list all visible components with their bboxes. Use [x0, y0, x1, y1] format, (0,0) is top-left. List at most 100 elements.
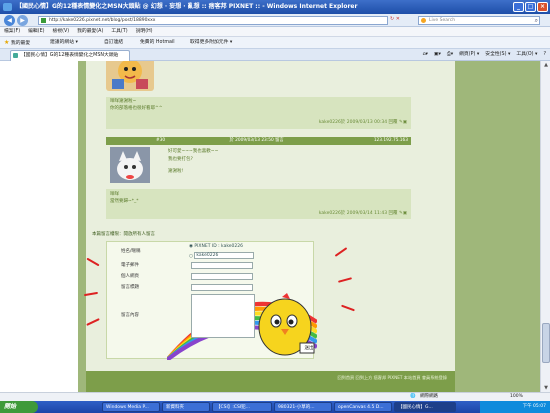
zone-text: 網際網路: [420, 394, 438, 399]
comment-reply: 咩咩謝謝啦~ 你的部落格也很好看耶^^ kake0226於 2009/03/13…: [106, 97, 411, 129]
start-button[interactable]: 開始: [0, 401, 38, 413]
window-title-bar: 【國民心情】G的12種表情變化之MSN大頭貼 @ 幻想 · 妄想 · 亂想 ::…: [0, 0, 550, 14]
comment-ip: 123.192.75.163: [373, 138, 408, 143]
url-field[interactable]: http://kake0226.pixnet.net/blog/post/188…: [38, 16, 388, 25]
pixnet-id-text: PIXNET ID : kake0226: [194, 244, 243, 249]
menu-help[interactable]: 說明(H): [136, 27, 153, 36]
email-label: 電子郵件: [121, 263, 139, 268]
scroll-up-icon[interactable]: ▲: [542, 61, 550, 69]
left-green-border: [78, 61, 86, 392]
red-scribble: [334, 247, 348, 257]
home-icon[interactable]: ⌂▾: [422, 49, 427, 61]
red-scribble: [86, 257, 100, 267]
blog-main: 咩咩謝謝啦~ 你的部落格也很好看耶^^ kake0226於 2009/03/13…: [83, 61, 455, 392]
commenter-avatar: [110, 147, 150, 183]
tab-label: 【國民心情】G的12種表情變化之MSN大頭貼: [21, 53, 119, 58]
reply-text-1: 咩咩謝謝啦~: [110, 99, 137, 104]
name-label: 姓名/暱稱: [121, 249, 141, 254]
fav-hotmail[interactable]: 免費的 Hotmail: [140, 37, 175, 49]
reply-meta-text: kake0226於 2009/03/13 00:34 回覆: [318, 120, 398, 125]
fav-suggested-sites[interactable]: 建議的網站 ▾: [50, 37, 78, 49]
email-field[interactable]: [191, 262, 253, 269]
comment-header: #30 於 2009/03/13 23:50 留言 123.192.75.163: [106, 137, 411, 145]
zoom-level[interactable]: 100%: [510, 393, 523, 401]
start-label: 開始: [4, 403, 17, 410]
tab-page-icon: [13, 53, 18, 58]
maximize-button[interactable]: □: [525, 2, 536, 12]
content-textarea[interactable]: [191, 294, 255, 338]
reply-text-1: 咩咩: [110, 192, 119, 197]
refresh-stop-icons[interactable]: ↻ ✕: [390, 16, 400, 22]
delete-icon[interactable]: ▣: [403, 120, 407, 125]
taskbar-item-active[interactable]: 【國民心情】G...: [394, 402, 456, 412]
ie-icon: [3, 3, 12, 11]
address-bar: ◀ ▶ http://kake0226.pixnet.net/blog/post…: [0, 14, 550, 27]
taskbar-item[interactable]: 【CSI】:CSI犯...: [212, 402, 272, 412]
safety-menu[interactable]: 安全性(S) ▾: [485, 49, 510, 61]
tools-menu[interactable]: 工具(O) ▾: [516, 49, 537, 61]
vertical-scrollbar[interactable]: ▲ ▼: [540, 61, 550, 392]
menu-file[interactable]: 檔案(F): [4, 27, 20, 36]
comment-text-3: 謝謝啦!: [168, 169, 184, 174]
fav-addons[interactable]: 取得更多附加元件 ▾: [190, 37, 232, 49]
name-field[interactable]: kake0226: [194, 252, 255, 259]
taskbar-item[interactable]: openCanvas 4.5 D...: [334, 402, 392, 412]
right-green-border: [455, 61, 463, 392]
page-content: 咩咩謝謝啦~ 你的部落格也很好看耶^^ kake0226於 2009/03/13…: [0, 61, 540, 392]
right-margin: [463, 61, 540, 392]
favorites-bar: ★ 我的最愛 建議的網站 ▾ 自訂連結 免費的 Hotmail 取得更多附加元件…: [0, 37, 550, 49]
page-icon: [41, 18, 46, 23]
taskbar-item[interactable]: 980321-小草的...: [274, 402, 332, 412]
comment-header-text: #30 於 2009/03/13 23:50 留言: [156, 138, 284, 143]
content-label: 留言內容: [121, 313, 139, 318]
minimize-button[interactable]: _: [513, 2, 524, 12]
menu-view[interactable]: 檢視(V): [52, 27, 69, 36]
menu-bar: 檔案(F) 編輯(E) 檢視(V) 我的最愛(A) 工具(T) 說明(H): [0, 27, 550, 37]
taskbar-item[interactable]: Windows Media P...: [102, 402, 160, 412]
comment-text-2: 我也要打包?: [168, 157, 193, 162]
status-bar: 🌐 網際網路 100%: [0, 392, 550, 401]
reply-meta: kake0226於 2009/03/14 11:43 回覆 ✎▣: [319, 210, 407, 216]
subject-label: 留言標題: [121, 285, 139, 290]
comment-text-1: 好可愛~~~我也喜歡~~: [168, 149, 219, 154]
print-icon[interactable]: ⎙▾: [447, 49, 453, 61]
window-controls: _ □ ×: [513, 2, 548, 12]
page-menu[interactable]: 網頁(P) ▾: [459, 49, 479, 61]
forward-icon[interactable]: ▶: [17, 15, 28, 26]
red-scribble: [341, 304, 355, 312]
back-icon[interactable]: ◀: [4, 15, 15, 26]
menu-tools[interactable]: 工具(T): [111, 27, 127, 36]
feeds-icon[interactable]: ▣▾: [434, 49, 441, 61]
submit-button[interactable]: 送出: [302, 345, 316, 353]
scroll-thumb[interactable]: [542, 323, 550, 363]
fav-custom-links[interactable]: 自訂連結: [104, 37, 123, 49]
search-input[interactable]: Live Search ⌕: [418, 16, 540, 25]
scroll-down-icon[interactable]: ▼: [542, 384, 550, 392]
menu-edit[interactable]: 編輯(E): [28, 27, 44, 36]
website-field[interactable]: [191, 273, 253, 280]
taskbar-item[interactable]: 新資料夾: [162, 402, 210, 412]
cat-avatar-icon: [110, 147, 150, 183]
comment-reply: 咩咩 當然要歸~*_* kake0226於 2009/03/14 11:43 回…: [106, 189, 411, 219]
comment-permission-notice: 本篇留言權限：開放所有人留言: [92, 232, 155, 237]
website-label: 個人網頁: [121, 274, 139, 279]
name-radio[interactable]: ○ kake0226: [189, 252, 255, 259]
comment-body: 好可愛~~~我也喜歡~~ 我也要打包? 謝謝啦!: [106, 145, 411, 189]
window-title: 【國民心情】G的12種表情變化之MSN大頭貼 @ 幻想 · 妄想 · 亂想 ::…: [16, 3, 358, 10]
magnifier-icon[interactable]: ⌕: [535, 17, 538, 25]
tab-current[interactable]: 【國民心情】G的12種表情變化之MSN大頭貼: [10, 50, 130, 61]
subject-field[interactable]: [191, 284, 253, 291]
cartoon-avatar-icon: [112, 61, 148, 89]
close-button[interactable]: ×: [537, 2, 548, 12]
star-icon: ★: [4, 39, 10, 46]
reply-text-2: 當然要歸~*_*: [110, 199, 139, 204]
live-search-icon: [421, 18, 426, 23]
footer-links[interactable]: 回到首頁 回到上方 痞客邦 PIXNET 本站首頁 會員系統登錄: [337, 375, 447, 381]
url-text: http://kake0226.pixnet.net/blog/post/188…: [49, 18, 156, 23]
menu-favorites[interactable]: 我的最愛(A): [77, 27, 103, 36]
pixnet-id-radio[interactable]: ◉ PIXNET ID : kake0226: [189, 244, 243, 249]
taskbar: 開始 Windows Media P... 新資料夾 【CSI】:CSI犯...…: [0, 401, 550, 413]
help-menu[interactable]: ?: [543, 49, 546, 61]
delete-icon[interactable]: ▣: [403, 211, 407, 216]
favorites-label: 我的最愛: [10, 41, 31, 46]
